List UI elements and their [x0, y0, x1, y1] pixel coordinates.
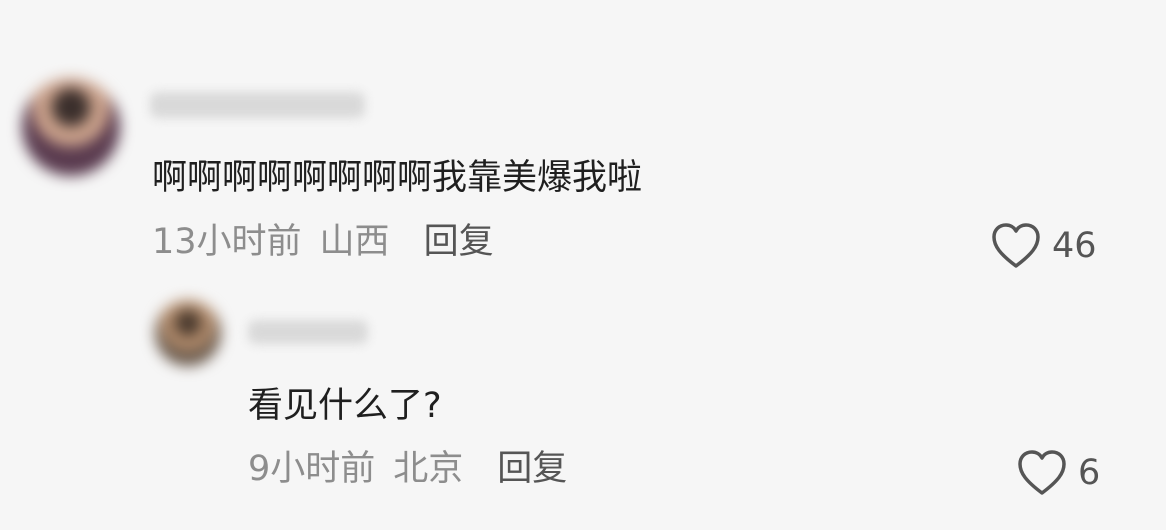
- like-count: 46: [1052, 226, 1097, 266]
- reply-button[interactable]: 回复: [424, 222, 494, 262]
- reply-meta: 9小时前 北京 回复: [248, 449, 567, 489]
- like-button[interactable]: 46: [990, 222, 1097, 270]
- comment-thread: 啊啊啊啊啊啊啊啊我靠美爆我啦 13小时前 山西 回复 46 看见什么了? 9小时…: [0, 0, 1166, 530]
- reply-location: 北京: [393, 449, 464, 489]
- like-count: 6: [1078, 453, 1101, 493]
- comment-text: 啊啊啊啊啊啊啊啊我靠美爆我啦: [152, 158, 643, 198]
- heart-outline-icon: [1016, 449, 1068, 497]
- avatar[interactable]: [22, 78, 120, 176]
- reply-time: 9小时前: [248, 449, 376, 489]
- reply-text: 看见什么了?: [248, 386, 442, 426]
- username-blurred[interactable]: [248, 320, 368, 344]
- avatar[interactable]: [155, 300, 221, 366]
- like-button[interactable]: 6: [1016, 449, 1100, 497]
- username-blurred[interactable]: [150, 92, 365, 118]
- comment-meta: 13小时前 山西 回复: [152, 222, 494, 262]
- heart-outline-icon: [990, 222, 1042, 270]
- comment-location: 山西: [319, 222, 390, 262]
- reply-button[interactable]: 回复: [497, 449, 567, 489]
- comment-time: 13小时前: [152, 222, 302, 262]
